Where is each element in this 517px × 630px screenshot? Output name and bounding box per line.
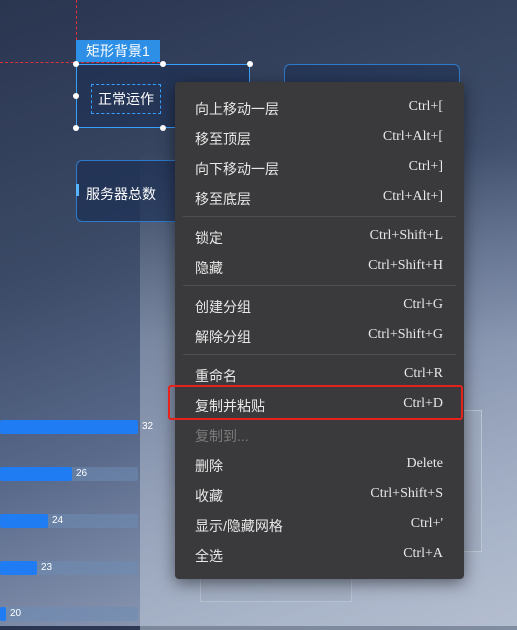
menu-item-label: 全选 bbox=[195, 548, 223, 564]
bar-value-label: 32 bbox=[142, 421, 154, 432]
menu-item-lock[interactable]: 锁定 Ctrl+Shift+L bbox=[175, 221, 464, 251]
menu-item-select-all[interactable]: 全选 Ctrl+A bbox=[175, 539, 464, 569]
menu-item-hide[interactable]: 隐藏 Ctrl+Shift+H bbox=[175, 251, 464, 281]
resize-handle[interactable] bbox=[160, 125, 166, 131]
menu-item-shortcut: Ctrl+[ bbox=[408, 99, 443, 114]
menu-item-shortcut: Ctrl+G bbox=[403, 297, 443, 312]
menu-item-move-top[interactable]: 移至顶层 Ctrl+Alt+[ bbox=[175, 122, 464, 152]
card-accent bbox=[76, 184, 79, 196]
resize-handle[interactable] bbox=[160, 61, 166, 67]
menu-item-copy-to: 复制到... bbox=[175, 419, 464, 449]
menu-item-shortcut: Delete bbox=[406, 456, 443, 471]
menu-item-delete[interactable]: 删除 Delete bbox=[175, 449, 464, 479]
bar-fill bbox=[0, 561, 37, 575]
bar-value-label: 20 bbox=[10, 608, 22, 619]
menu-item-shortcut: Ctrl+' bbox=[410, 516, 443, 531]
menu-item-shortcut: Ctrl+A bbox=[403, 546, 443, 561]
menu-item-label: 解除分组 bbox=[195, 329, 251, 345]
menu-item-label: 移至顶层 bbox=[195, 131, 251, 147]
menu-item-label: 向上移动一层 bbox=[195, 101, 279, 117]
menu-item-label: 收藏 bbox=[195, 488, 223, 504]
menu-item-move-down[interactable]: 向下移动一层 Ctrl+] bbox=[175, 152, 464, 182]
menu-item-favorite[interactable]: 收藏 Ctrl+Shift+S bbox=[175, 479, 464, 509]
menu-item-label: 移至底层 bbox=[195, 191, 251, 207]
resize-handle[interactable] bbox=[73, 61, 79, 67]
resize-handle[interactable] bbox=[247, 61, 253, 67]
menu-item-toggle-grid[interactable]: 显示/隐藏网格 Ctrl+' bbox=[175, 509, 464, 539]
bar-track: 20 bbox=[0, 607, 138, 621]
menu-item-label: 创建分组 bbox=[195, 299, 251, 315]
menu-item-label: 复制到... bbox=[195, 428, 249, 444]
menu-item-shortcut: Ctrl+Alt+[ bbox=[382, 129, 443, 144]
selected-element-tag: 矩形背景1 bbox=[76, 40, 160, 62]
alignment-guide-horizontal bbox=[0, 62, 160, 63]
menu-item-label: 隐藏 bbox=[195, 260, 223, 276]
bar-value-label: 23 bbox=[41, 562, 53, 573]
menu-item-label: 向下移动一层 bbox=[195, 161, 279, 177]
highlight-box bbox=[168, 385, 463, 420]
menu-item-label: 锁定 bbox=[195, 230, 223, 246]
menu-separator bbox=[183, 285, 456, 286]
resize-handle[interactable] bbox=[73, 125, 79, 131]
menu-item-shortcut: Ctrl+Shift+H bbox=[368, 258, 443, 273]
menu-separator bbox=[183, 216, 456, 217]
card-label: 服务器总数 bbox=[86, 186, 156, 202]
bar-value-label: 26 bbox=[76, 468, 88, 479]
menu-item-shortcut: Ctrl+Shift+G bbox=[368, 327, 443, 342]
menu-item-label: 重命名 bbox=[195, 368, 237, 384]
menu-item-shortcut: Ctrl+] bbox=[408, 159, 443, 174]
bar-fill bbox=[0, 420, 138, 434]
menu-item-create-group[interactable]: 创建分组 Ctrl+G bbox=[175, 290, 464, 320]
bar-fill bbox=[0, 607, 6, 621]
context-menu: 向上移动一层 Ctrl+[ 移至顶层 Ctrl+Alt+[ 向下移动一层 Ctr… bbox=[175, 82, 464, 579]
status-text[interactable]: 正常运作 bbox=[91, 84, 161, 114]
bar-track: 26 bbox=[0, 467, 138, 481]
bar-track: 32 bbox=[0, 420, 153, 434]
bar-value-label: 24 bbox=[52, 515, 64, 526]
menu-item-shortcut: Ctrl+Alt+] bbox=[382, 189, 443, 204]
menu-item-move-up[interactable]: 向上移动一层 Ctrl+[ bbox=[175, 92, 464, 122]
menu-item-shortcut: Ctrl+Shift+S bbox=[370, 486, 443, 501]
bar-fill bbox=[0, 467, 72, 481]
menu-item-label: 显示/隐藏网格 bbox=[195, 518, 283, 534]
resize-handle[interactable] bbox=[73, 93, 79, 99]
menu-item-label: 删除 bbox=[195, 458, 223, 474]
bar-fill bbox=[0, 514, 48, 528]
bar-track: 23 bbox=[0, 561, 138, 575]
bar-track: 24 bbox=[0, 514, 138, 528]
menu-separator bbox=[183, 354, 456, 355]
menu-item-shortcut: Ctrl+R bbox=[403, 366, 443, 381]
menu-item-move-bottom[interactable]: 移至底层 Ctrl+Alt+] bbox=[175, 182, 464, 212]
alignment-guide-vertical bbox=[76, 0, 77, 40]
menu-item-shortcut: Ctrl+Shift+L bbox=[369, 228, 443, 243]
menu-item-ungroup[interactable]: 解除分组 Ctrl+Shift+G bbox=[175, 320, 464, 350]
